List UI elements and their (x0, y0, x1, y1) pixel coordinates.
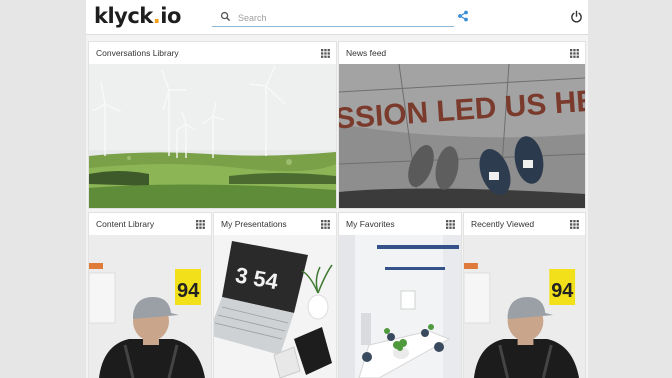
tile-recently-viewed[interactable]: Recently Viewed 94 (464, 213, 585, 378)
search-icon (220, 11, 231, 22)
grid-icon[interactable] (446, 220, 455, 229)
tile-header: My Presentations (214, 213, 336, 235)
tile-header: My Favorites (339, 213, 461, 235)
laptop-desk-image: 3 54 (214, 235, 336, 378)
person-with-cap-image: 94 (89, 235, 211, 378)
tile-title: My Presentations (221, 219, 287, 229)
top-bar: klyck.io (86, 0, 588, 35)
tile-title: My Favorites (346, 219, 395, 229)
share-icon[interactable] (457, 10, 469, 22)
grid-icon[interactable] (321, 49, 330, 58)
klyck-logo[interactable]: klyck.io (94, 4, 181, 28)
grid-icon[interactable] (570, 220, 579, 229)
tile-header: News feed (339, 42, 585, 64)
person-with-cap-image: 94 (464, 235, 585, 378)
logo-suffix: io (160, 4, 181, 28)
poster-text: 94 (177, 280, 200, 302)
tile-header: Recently Viewed (464, 213, 585, 235)
tile-my-favorites[interactable]: My Favorites (339, 213, 461, 378)
tile-news-feed[interactable]: News feed SSION LED US HE (339, 42, 585, 208)
logo-text: klyck (94, 4, 153, 28)
tile-conversations-library[interactable]: Conversations Library (89, 42, 336, 208)
search-bar[interactable] (212, 7, 454, 27)
tile-title: Recently Viewed (471, 219, 535, 229)
app-window: klyck.io Conversations Library (86, 0, 588, 378)
tile-header: Content Library (89, 213, 211, 235)
search-input[interactable] (236, 9, 450, 27)
tile-title: Content Library (96, 219, 155, 229)
tile-header: Conversations Library (89, 42, 336, 64)
poster-text: 94 (551, 280, 573, 302)
grid-icon[interactable] (196, 220, 205, 229)
grid-icon[interactable] (321, 220, 330, 229)
tile-title: Conversations Library (96, 48, 179, 58)
grid-icon[interactable] (570, 49, 579, 58)
meeting-room-image (339, 235, 461, 378)
tile-title: News feed (346, 48, 387, 58)
tile-content-library[interactable]: Content Library 94 (89, 213, 211, 378)
sneakers-image: SSION LED US HE (339, 64, 585, 208)
tile-my-presentations[interactable]: My Presentations 3 54 (214, 213, 336, 378)
wind-turbines-image (89, 64, 336, 208)
power-icon[interactable] (570, 10, 583, 23)
